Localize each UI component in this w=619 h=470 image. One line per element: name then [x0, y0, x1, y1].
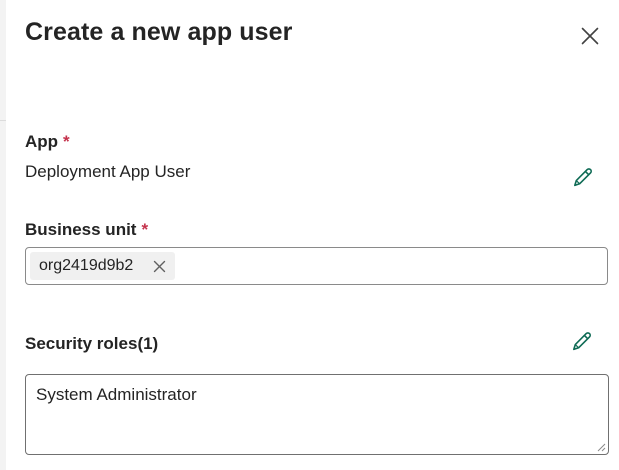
background-page-edge	[0, 0, 6, 470]
required-indicator: *	[141, 220, 149, 239]
create-app-user-panel: Create a new app user App * Deployment Ap…	[0, 0, 619, 470]
app-label: App *	[25, 132, 70, 152]
pencil-edit-icon	[573, 332, 591, 351]
dismiss-icon	[153, 260, 166, 272]
app-value: Deployment App User	[25, 162, 191, 181]
business-unit-label: Business unit *	[25, 220, 148, 240]
edit-security-roles-button[interactable]	[568, 328, 596, 356]
security-roles-value: System Administrator	[36, 385, 197, 404]
business-unit-label-text: Business unit	[25, 220, 137, 239]
edit-app-button[interactable]	[569, 164, 597, 192]
security-roles-label: Security roles(1)	[25, 334, 159, 353]
close-icon	[581, 27, 599, 45]
business-unit-tag-label: org2419d9b2	[39, 257, 134, 274]
pencil-edit-icon	[574, 168, 592, 187]
app-label-text: App	[25, 132, 59, 151]
background-divider	[0, 120, 6, 121]
business-unit-tag[interactable]: org2419d9b2	[30, 252, 176, 280]
business-unit-lookup-input[interactable]: org2419d9b2	[25, 247, 608, 285]
remove-tag-button[interactable]	[151, 258, 167, 274]
security-roles-textarea[interactable]: System Administrator	[25, 374, 609, 455]
required-indicator: *	[63, 132, 70, 151]
resize-grip-icon[interactable]	[597, 443, 606, 452]
panel-title: Create a new app user	[25, 18, 293, 46]
close-button[interactable]	[576, 22, 604, 50]
